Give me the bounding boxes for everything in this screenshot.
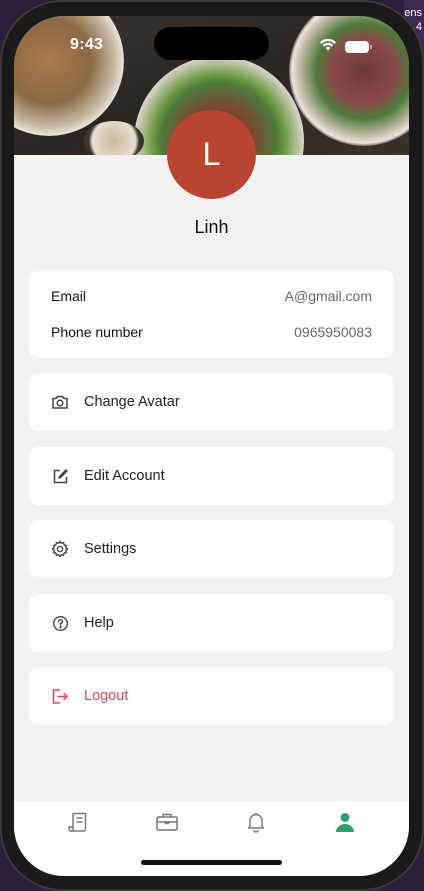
help-button[interactable]: Help [29,594,394,652]
avatar[interactable]: L [167,110,256,199]
tab-jobs[interactable] [147,811,187,841]
status-icons [319,38,372,56]
email-row: Email A@gmail.com [51,278,372,314]
contact-info-card: Email A@gmail.com Phone number 096595008… [29,270,394,358]
email-label: Email [51,288,87,304]
phone-value: 0965950083 [294,324,372,340]
phone-label: Phone number [51,324,143,340]
user-name: Linh [194,217,229,237]
user-icon [334,811,356,838]
change-avatar-button[interactable]: Change Avatar [29,373,394,431]
change-avatar-label: Change Avatar [84,394,180,410]
battery-icon [345,41,372,53]
screen: 9:43 L Linh Email A@gmail.com Phone numb… [14,16,409,876]
gear-icon [51,540,69,558]
edit-icon [51,467,69,485]
tab-orders[interactable] [58,811,98,841]
phone-frame: 9:43 L Linh Email A@gmail.com Phone numb… [0,0,424,891]
dynamic-island [154,27,269,60]
email-value: A@gmail.com [284,288,372,304]
wifi-icon [319,38,337,56]
help-label: Help [84,615,114,631]
phone-row: Phone number 0965950083 [51,314,372,350]
tab-profile[interactable] [325,811,365,841]
tab-notifications[interactable] [236,811,276,841]
logout-button[interactable]: Logout [29,667,394,725]
camera-icon [51,393,69,411]
edit-account-button[interactable]: Edit Account [29,447,394,505]
status-time: 9:43 [70,36,104,53]
home-indicator[interactable] [141,860,282,865]
receipt-icon [67,811,89,838]
edit-account-label: Edit Account [84,468,165,484]
briefcase-icon [155,811,179,838]
help-circle-icon [51,614,69,632]
settings-button[interactable]: Settings [29,520,394,578]
logout-icon [51,687,69,705]
bell-icon [245,811,267,838]
logout-label: Logout [84,688,129,704]
settings-label: Settings [84,541,137,557]
